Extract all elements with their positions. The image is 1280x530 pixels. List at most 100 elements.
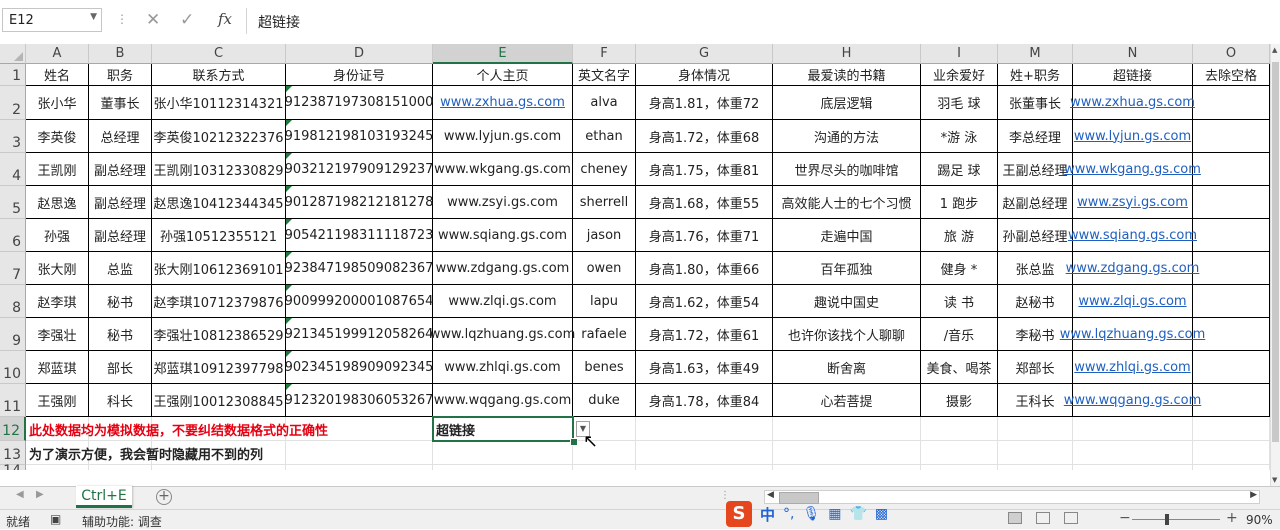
table-cell[interactable]: 李英俊10212322376 <box>152 120 286 153</box>
column-header-b[interactable]: B <box>89 44 152 64</box>
table-cell[interactable]: www.zsyi.gs.com <box>1073 186 1193 219</box>
table-cell[interactable] <box>1193 186 1270 219</box>
scroll-thumb[interactable] <box>1272 62 1279 442</box>
table-cell[interactable]: 孙强 <box>26 219 89 252</box>
table-cell[interactable]: 趣说中国史 <box>773 285 921 318</box>
cancel-icon[interactable]: ✕ <box>146 10 160 30</box>
table-cell[interactable]: 张大刚 <box>26 252 89 285</box>
table-cell[interactable]: 羽毛 球 <box>921 86 998 120</box>
grid-cell[interactable] <box>921 465 998 470</box>
table-cell[interactable]: 李强壮10812386529 <box>152 318 286 351</box>
chevron-down-icon[interactable]: ▼ <box>90 12 97 22</box>
table-header-cell[interactable]: 去除空格 <box>1193 64 1270 86</box>
grid-cell[interactable] <box>1193 441 1270 465</box>
row-header-8[interactable]: 8 <box>0 285 26 318</box>
grid-cell[interactable] <box>921 417 998 441</box>
next-sheet-icon[interactable]: ▶ <box>36 489 44 500</box>
accessibility-status[interactable]: 辅助功能: 调查 <box>82 513 162 530</box>
table-header-cell[interactable]: 最爱读的书籍 <box>773 64 921 86</box>
row-header-12[interactable]: 12 <box>0 417 26 441</box>
table-cell[interactable]: *游 泳 <box>921 120 998 153</box>
name-box[interactable]: E12 ▼ <box>2 8 102 32</box>
grid-cell[interactable] <box>998 417 1073 441</box>
table-cell[interactable]: 身高1.78，体重84 <box>636 384 773 417</box>
table-cell[interactable]: www.wkgang.gs.com <box>1064 153 1201 186</box>
table-cell[interactable]: 郑蓝琪 <box>26 351 89 384</box>
grid-cell[interactable] <box>998 441 1073 465</box>
grid-cell[interactable] <box>286 441 433 465</box>
fill-handle[interactable] <box>570 438 578 446</box>
table-header-cell[interactable]: 职务 <box>89 64 152 86</box>
table-cell[interactable]: 底层逻辑 <box>773 86 921 120</box>
grid-cell[interactable] <box>433 441 573 465</box>
table-cell[interactable]: 1 跑步 <box>921 186 998 219</box>
table-cell[interactable]: 902345198909092345 <box>285 351 433 384</box>
grid-cell[interactable] <box>1073 417 1193 441</box>
table-cell[interactable]: 身高1.72，体重68 <box>636 120 773 153</box>
table-cell[interactable]: 901287198212181278 <box>285 186 433 219</box>
table-cell[interactable]: 美食、喝茶 <box>921 351 998 384</box>
table-cell[interactable]: /音乐 <box>921 318 998 351</box>
table-cell[interactable]: 张总监 <box>998 252 1073 285</box>
zoom-level[interactable]: 90% <box>1246 513 1273 527</box>
table-cell[interactable]: www.wqgang.gs.com <box>433 384 573 417</box>
row-header-2[interactable]: 2 <box>0 86 26 120</box>
table-cell[interactable]: 李强壮 <box>26 318 89 351</box>
row-header-6[interactable]: 6 <box>0 219 26 252</box>
microphone-icon[interactable]: 🎙 <box>802 506 820 522</box>
table-cell[interactable]: 903212197909129237 <box>285 153 433 186</box>
table-cell[interactable]: 身高1.63，体重49 <box>636 351 773 384</box>
row-header-11[interactable]: 11 <box>0 384 26 417</box>
table-cell[interactable]: 摄影 <box>921 384 998 417</box>
grid-cell[interactable] <box>773 417 921 441</box>
table-cell[interactable] <box>1193 153 1270 186</box>
table-cell[interactable]: www.sqiang.gs.com <box>433 219 573 252</box>
grid-cell[interactable] <box>1073 465 1193 470</box>
table-cell[interactable]: 912320198306053267 <box>285 384 433 417</box>
grid-cell[interactable] <box>1193 417 1270 441</box>
column-header-g[interactable]: G <box>636 44 773 64</box>
grid-cell[interactable] <box>636 417 773 441</box>
table-cell[interactable]: www.zsyi.gs.com <box>433 186 573 219</box>
table-cell[interactable]: 李总经理 <box>998 120 1073 153</box>
table-cell[interactable]: rafaele <box>573 318 636 351</box>
table-cell[interactable]: alva <box>573 86 636 120</box>
table-cell[interactable] <box>1193 252 1270 285</box>
scroll-right-icon[interactable]: ▶ <box>1250 490 1257 500</box>
table-cell[interactable]: 沟通的方法 <box>773 120 921 153</box>
row-header-13[interactable]: 13 <box>0 441 26 465</box>
grid-cell[interactable] <box>89 465 152 470</box>
table-cell[interactable]: 李英俊 <box>26 120 89 153</box>
grid-cell[interactable] <box>26 465 89 470</box>
zoom-in-button[interactable]: + <box>1226 510 1238 526</box>
table-cell[interactable]: 919812198103193245 <box>285 120 433 153</box>
toolbox-icon[interactable]: ▩ <box>875 506 888 522</box>
grid-cell[interactable] <box>773 465 921 470</box>
table-cell[interactable] <box>1193 219 1270 252</box>
column-header-n[interactable]: N <box>1073 44 1193 64</box>
table-cell[interactable]: 王凯刚 <box>26 153 89 186</box>
table-cell[interactable]: 900999200001087654 <box>285 285 433 318</box>
table-header-cell[interactable]: 身体情况 <box>636 64 773 86</box>
table-cell[interactable]: 赵李琪10712379876 <box>152 285 286 318</box>
table-cell[interactable]: 王凯刚10312330829 <box>152 153 286 186</box>
enter-icon[interactable]: ✓ <box>180 10 194 30</box>
table-cell[interactable] <box>1193 285 1270 318</box>
zoom-slider[interactable] <box>1132 519 1220 520</box>
table-cell[interactable]: 郑部长 <box>998 351 1073 384</box>
table-cell[interactable]: 世界尽头的咖啡馆 <box>773 153 921 186</box>
table-cell[interactable]: 身高1.81，体重72 <box>636 86 773 120</box>
row-header-7[interactable]: 7 <box>0 252 26 285</box>
grid-cell[interactable] <box>1193 465 1270 470</box>
table-cell[interactable]: 也许你该找个人聊聊 <box>773 318 921 351</box>
table-cell[interactable]: 912387197308151000 <box>285 86 433 120</box>
grid-cell[interactable] <box>152 465 286 470</box>
table-cell[interactable] <box>1193 384 1270 417</box>
table-cell[interactable]: 赵思逸10412344345 <box>152 186 286 219</box>
column-header-a[interactable]: A <box>26 44 89 64</box>
table-cell[interactable]: cheney <box>573 153 636 186</box>
table-cell[interactable]: 科长 <box>89 384 152 417</box>
table-cell[interactable]: owen <box>573 252 636 285</box>
scroll-left-icon[interactable]: ◀ <box>767 490 774 500</box>
table-header-cell[interactable]: 业余爱好 <box>921 64 998 86</box>
